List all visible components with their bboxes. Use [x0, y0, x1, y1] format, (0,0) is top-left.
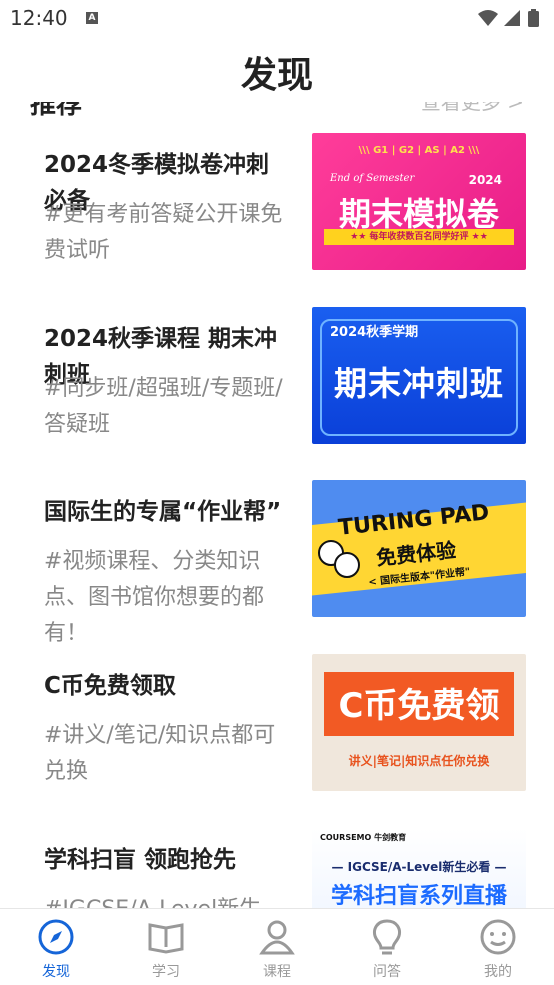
section-more-link[interactable]: 查看更多 >	[421, 102, 524, 115]
system-icons	[476, 8, 546, 34]
nav-tab-study[interactable]: 学习	[126, 917, 206, 981]
card-title: 国际生的专属“作业帮”	[44, 499, 282, 525]
thumb-eos: End of Semester	[330, 173, 415, 184]
card-description: #IGCSE/A-Level新生	[44, 892, 289, 908]
discover-feed[interactable]: 推荐 查看更多 > 2024冬季模拟卷冲刺必备 #更有考前答疑公开课免费试听 \…	[0, 102, 554, 908]
feed-card[interactable]: 国际生的专属“作业帮” #视频课程、分类知识点、图书馆你想要的都有！ TURIN…	[0, 480, 554, 646]
wifi-icon	[478, 10, 498, 26]
card-title: 学科扫盲 领跑抢先	[44, 847, 237, 873]
battery-icon	[528, 11, 539, 27]
section-header: 推荐 查看更多 >	[30, 102, 524, 120]
status-bar: 12:40 A	[0, 0, 554, 36]
page-title: 发现	[240, 55, 313, 96]
nav-label: 课程	[263, 964, 291, 980]
card-description: #同步班/超强班/专题班/答疑班	[44, 376, 283, 437]
thumb-year: 2024	[468, 173, 502, 187]
notification-icon: A	[86, 12, 98, 24]
person-icon	[259, 920, 295, 955]
smiley-icon	[480, 919, 516, 955]
card-thumbnail: C币免费领 讲义|笔记|知识点任你兑换	[312, 654, 526, 791]
card-description: #视频课程、分类知识点、图书馆你想要的都有！	[44, 549, 265, 646]
nav-label: 我的	[484, 964, 512, 980]
nav-label: 学习	[152, 964, 180, 980]
thumb-caption: — IGCSE/A-Level新生必看 —	[331, 860, 507, 874]
feed-card[interactable]: 学科扫盲 领跑抢先 #IGCSE/A-Level新生 COURSEMO 牛剑教育…	[0, 828, 554, 908]
eye-icon	[334, 552, 360, 578]
status-time: 12:40	[10, 6, 68, 30]
card-thumbnail: 2024秋季学期 期末冲刺班	[312, 307, 526, 444]
feed-card[interactable]: 2024冬季模拟卷冲刺必备 #更有考前答疑公开课免费试听 \\\ G1 | G2…	[0, 133, 554, 283]
thumb-headline: 期末冲刺班	[334, 364, 504, 403]
thumb-tag: 2024秋季学期	[330, 325, 419, 340]
thumb-caption: 讲义|笔记|知识点任你兑换	[348, 754, 490, 768]
page-header: 发现	[0, 36, 554, 102]
signal-icon	[504, 10, 520, 26]
thumb-brand: COURSEMO 牛剑教育	[320, 833, 407, 842]
compass-icon	[38, 919, 74, 955]
section-title: 推荐	[30, 102, 83, 120]
nav-label: 发现	[42, 964, 70, 980]
feed-card[interactable]: C币免费领取 #讲义/笔记/知识点都可兑换 C币免费领 讲义|笔记|知识点任你兑…	[0, 654, 554, 804]
card-thumbnail: COURSEMO 牛剑教育 — IGCSE/A-Level新生必看 — 学科扫盲…	[312, 828, 526, 908]
card-description: #更有考前答疑公开课免费试听	[44, 202, 283, 263]
nav-label: 问答	[373, 964, 401, 980]
nav-tab-discover[interactable]: 发现	[16, 917, 96, 981]
card-title: C币免费领取	[44, 673, 176, 699]
feed-card[interactable]: 2024秋季课程 期末冲刺班 #同步班/超强班/专题班/答疑班 2024秋季学期…	[0, 307, 554, 457]
thumb-headline: C币免费领	[338, 686, 500, 726]
card-description: #讲义/笔记/知识点都可兑换	[44, 723, 276, 784]
lightbulb-icon	[373, 919, 401, 955]
nav-tab-qa[interactable]: 问答	[347, 917, 427, 981]
thumb-headline: 学科扫盲系列直播	[330, 884, 507, 908]
nav-tab-courses[interactable]: 课程	[237, 917, 317, 981]
card-thumbnail: \\\ G1 | G2 | AS | A2 \\\ End of Semeste…	[312, 133, 526, 270]
card-thumbnail: TURING PAD 免费体验 < 国际生版本"作业帮"	[312, 480, 526, 617]
book-icon	[148, 923, 184, 954]
thumb-grades: \\\ G1 | G2 | AS | A2 \\\	[358, 145, 480, 156]
bottom-nav: 发现 学习 课程 问答 我的	[0, 908, 554, 985]
thumb-strip: ★★ 每年收获数百名同学好评 ★★	[324, 229, 514, 245]
nav-tab-profile[interactable]: 我的	[458, 917, 538, 981]
